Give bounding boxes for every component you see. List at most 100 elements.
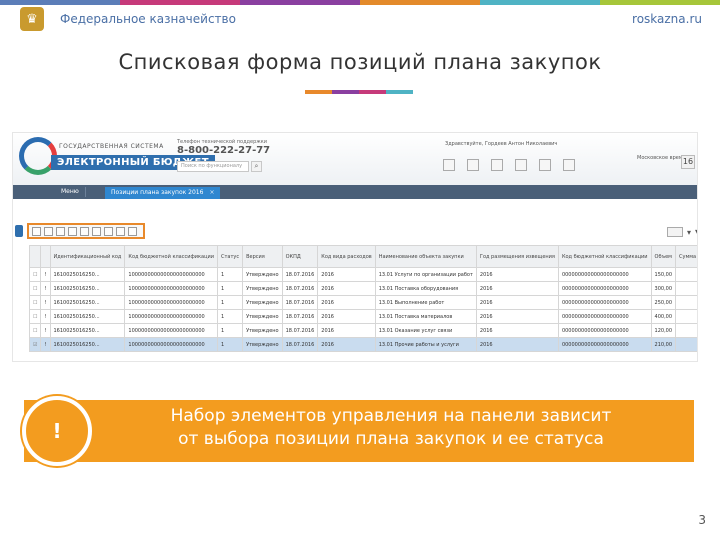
print-icon[interactable] [104,226,113,236]
callout-line-2: от выбора позиции плана закупок и ее ста… [178,429,604,449]
column-header[interactable]: Год размещения извещения [475,245,559,268]
date-label: Московское время [637,155,686,161]
table-cell: 1610025016250... [49,267,126,282]
row-checkbox[interactable]: ☑ [28,337,42,352]
settings-icon[interactable] [539,159,551,171]
side-panel-toggle[interactable] [15,225,23,237]
edit-icon[interactable] [44,226,53,236]
org-name: Федеральное казначейство [60,12,236,26]
view-icon[interactable] [80,226,89,236]
table-cell: Утверждено [242,267,283,282]
table-cell: 000000000000000000000 [557,267,652,282]
table-cell: 1 [216,337,244,352]
table-cell: 120,00 [650,323,677,338]
table-cell: 210,00 [650,337,677,352]
search-button[interactable]: ⌕ [251,161,262,172]
table-cell: 1 [216,281,244,296]
copy-icon[interactable] [56,226,65,236]
export-icon[interactable] [92,226,101,236]
site-link[interactable]: roskazna.ru [632,12,702,26]
history-icon[interactable] [128,226,137,236]
table-cell: 18.07.2016 [281,295,319,310]
delete-icon[interactable] [68,226,77,236]
filter-icon[interactable]: ▼ [695,228,697,237]
column-header[interactable] [40,245,51,268]
table-cell: 2016 [475,323,559,338]
dropdown-icon[interactable]: ▾ [687,228,691,237]
tab-positions[interactable]: Позиции плана закупок 2016 × [105,187,221,199]
search-input[interactable]: Поиск по функционалу [177,161,249,172]
table-cell: 2016 [317,309,376,324]
table-cell: 1 [216,323,244,338]
grid-settings-icon[interactable] [667,227,683,237]
table-cell: 18.07.2016 [281,323,319,338]
help-icon[interactable] [515,159,527,171]
column-header[interactable]: Идентификационный код [49,245,126,268]
row-checkbox[interactable]: ☐ [28,309,42,324]
column-header[interactable]: Объем [650,245,677,268]
table-row[interactable]: ☐! 1610025016250... 1000000000000000000000… [28,309,697,324]
column-header[interactable]: Версия [242,245,283,268]
warning-icon: ! [40,309,51,324]
add-icon[interactable] [32,226,41,236]
tasks-icon[interactable] [491,159,503,171]
header-icons [443,159,575,171]
app-header: ГОСУДАРСТВЕННАЯ СИСТЕМА ЭЛЕКТРОННЫЙ БЮДЖ… [13,133,697,185]
table-cell: 100000000000000000000000 [124,309,218,324]
table-cell: 2016 [317,267,376,282]
column-header[interactable]: Код бюджетной классификации [124,245,218,268]
support-phone: 8-800-222-27-77 [177,145,271,156]
table-row[interactable]: ☑! 1610025016250... 1000000000000000000000… [28,337,697,352]
column-header[interactable]: Код бюджетной классификации [557,245,652,268]
table-cell: 1 [216,295,244,310]
table-cell: 300,00 [650,281,677,296]
table-cell: 2016 [317,337,376,352]
table-cell: 18.07.2016 [281,267,319,282]
table-cell: 100000000000000000000000 [124,337,218,352]
slide-title: Списковая форма позиций плана закупок [118,50,602,74]
table-cell: 1610025016250... [49,281,126,296]
row-checkbox[interactable]: ☐ [28,267,42,282]
table-cell: 2016 [475,309,559,324]
warning-icon: ! [40,295,51,310]
table-cell: 1610025016250... [49,337,126,352]
row-checkbox[interactable]: ☐ [28,281,42,296]
table-cell [675,337,697,352]
exit-icon[interactable] [563,159,575,171]
table-row[interactable]: ☐! 1610025016250... 1000000000000000000000… [28,323,697,338]
table-row[interactable]: ☐! 1610025016250... 1000000000000000000000… [28,267,697,282]
table-cell: 400,00 [650,309,677,324]
user-greeting[interactable]: Здравствуйте, Гордеев Антон Николаевич [445,141,557,147]
nav-menu[interactable]: Меню [55,187,86,197]
table-cell [675,267,697,282]
column-header[interactable]: ОКПД [281,245,319,268]
slide-header: ♛ Федеральное казначейство roskazna.ru [0,0,720,38]
status-icon[interactable] [116,226,125,236]
row-checkbox[interactable]: ☐ [28,323,42,338]
grid-icon[interactable] [467,159,479,171]
column-header[interactable]: Наименование объекта закупки [374,245,477,268]
column-header[interactable]: Код вида расходов [317,245,376,268]
table-cell: 100000000000000000000000 [124,323,218,338]
close-icon[interactable]: × [209,189,214,196]
table-cell: Утверждено [242,309,283,324]
table-cell: 1610025016250... [49,295,126,310]
column-header[interactable]: Статус [216,245,244,268]
tab-label: Позиции плана закупок 2016 [111,189,204,196]
table-row[interactable]: ☐! 1610025016250... 1000000000000000000000… [28,281,697,296]
table-cell: 2016 [475,337,559,352]
app-screenshot: ГОСУДАРСТВЕННАЯ СИСТЕМА ЭЛЕКТРОННЫЙ БЮДЖ… [12,132,698,362]
exclamation-icon: ! [22,396,92,466]
calendar-day[interactable]: 16 [681,155,695,169]
table-cell: 18.07.2016 [281,337,319,352]
table-cell: 13.01 Выполнение работ [374,295,477,310]
table-cell: 2016 [317,281,376,296]
table-cell: 13.01 Услуги по организации работ [374,267,477,282]
table-row[interactable]: ☐! 1610025016250... 1000000000000000000000… [28,295,697,310]
column-header[interactable]: Сумма [675,245,697,268]
messages-icon[interactable] [443,159,455,171]
row-checkbox[interactable]: ☐ [28,295,42,310]
warning-icon: ! [40,267,51,282]
column-header[interactable] [28,245,42,268]
table-cell: Утверждено [242,337,283,352]
